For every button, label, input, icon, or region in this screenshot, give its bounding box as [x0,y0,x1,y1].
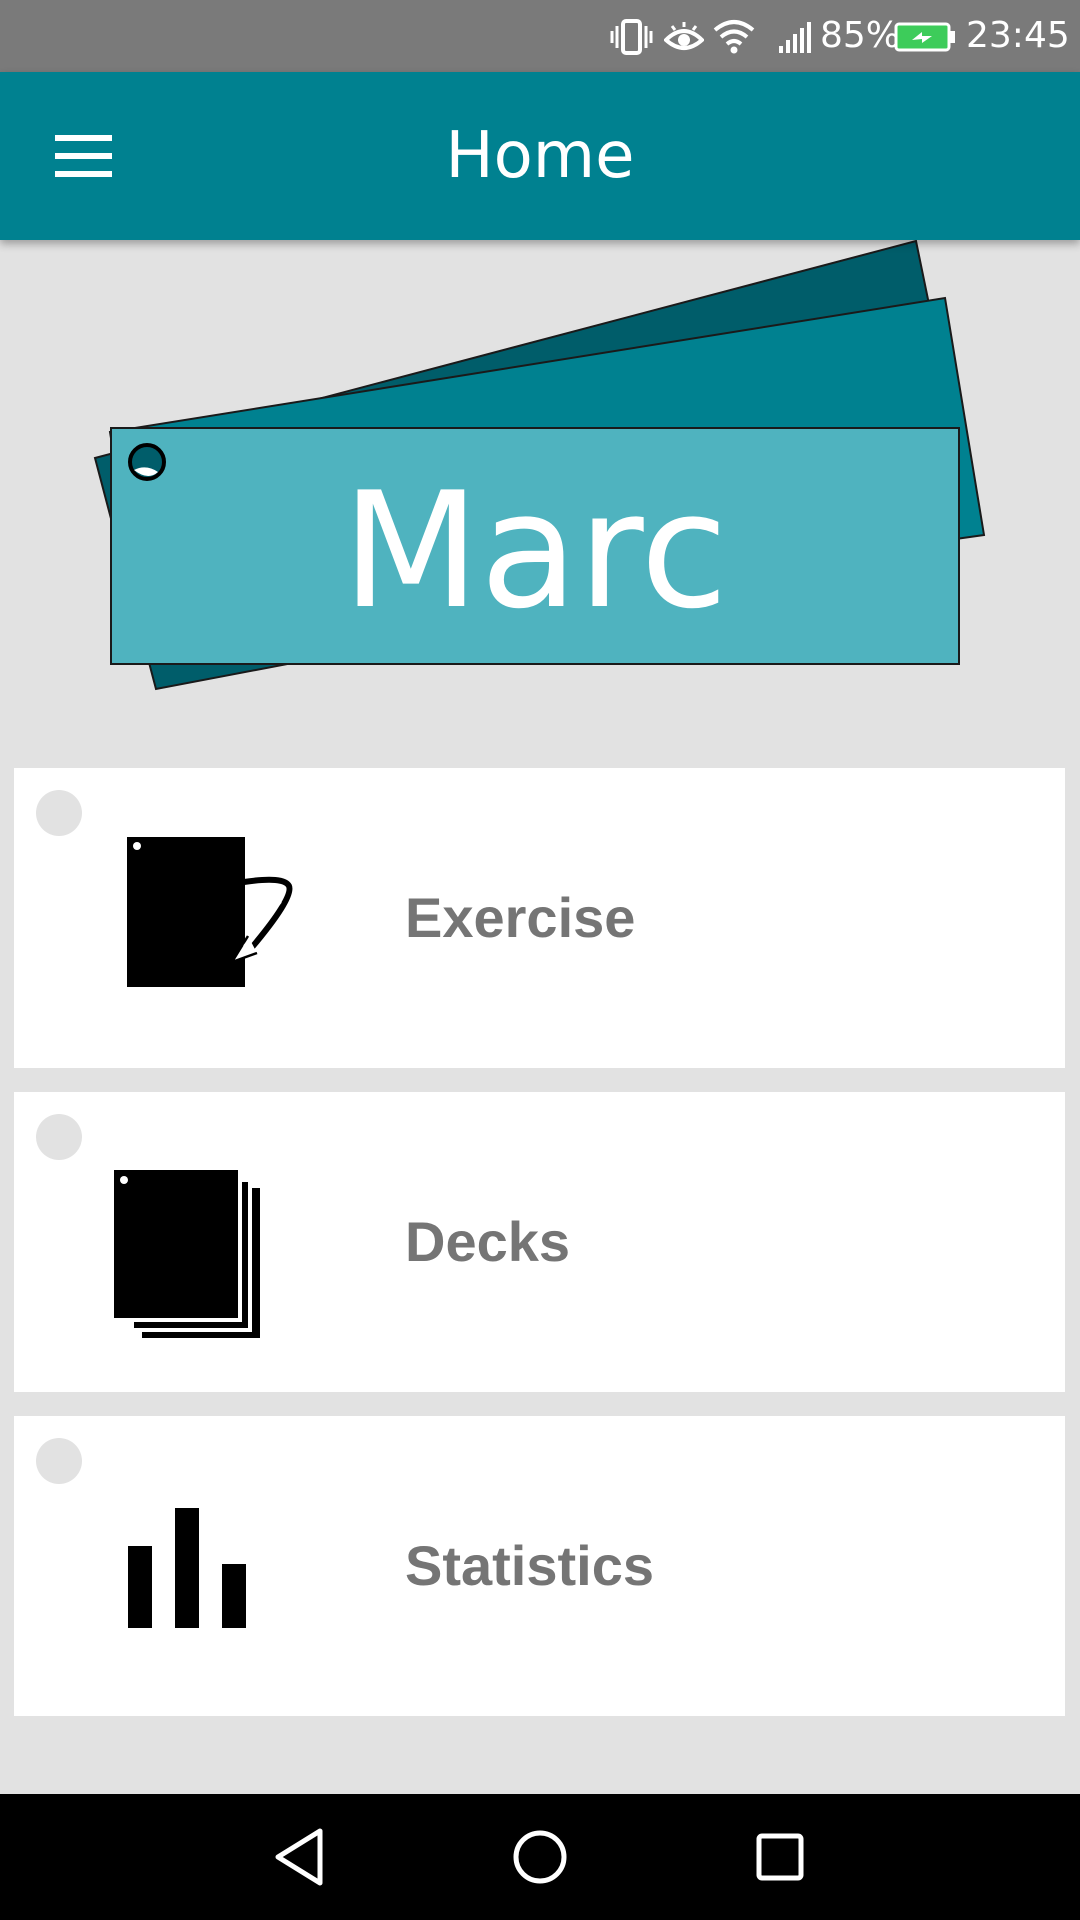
recents-icon[interactable] [744,1821,816,1893]
app-bar: Home [0,72,1080,240]
clock-time: 23:45 [966,15,1070,56]
battery-percent: 85% [820,15,901,56]
decks-label: Decks [405,1210,571,1273]
page-title: Home [445,119,635,193]
ripple-dot [36,1438,82,1484]
ripple-dot [36,1114,82,1160]
flip-card-icon [127,837,293,987]
statistics-label: Statistics [405,1534,654,1597]
eye-comfort-icon [664,22,704,50]
system-navigation-bar [0,1794,1080,1920]
wifi-icon [713,20,755,54]
back-icon[interactable] [264,1821,336,1893]
vibrate-icon [610,19,653,55]
ripple-dot [36,790,82,836]
signal-icon [779,22,811,53]
logo-text: Marc [342,457,728,644]
exercise-label: Exercise [405,886,636,949]
exercise-menu-item[interactable]: Exercise [14,768,1065,1068]
bar-chart-icon [128,1508,246,1628]
statistics-menu-item[interactable]: Statistics [14,1416,1065,1716]
battery-charging-icon [894,22,955,52]
home-screen: 85% 23:45 Home Marc Exercise Decks Stati… [0,0,1080,1920]
app-logo: Marc [93,239,986,691]
home-icon[interactable] [504,1821,576,1893]
decks-menu-item[interactable]: Decks [14,1092,1065,1392]
card-stack-icon [110,1166,260,1338]
status-bar: 85% 23:45 [0,0,1080,72]
